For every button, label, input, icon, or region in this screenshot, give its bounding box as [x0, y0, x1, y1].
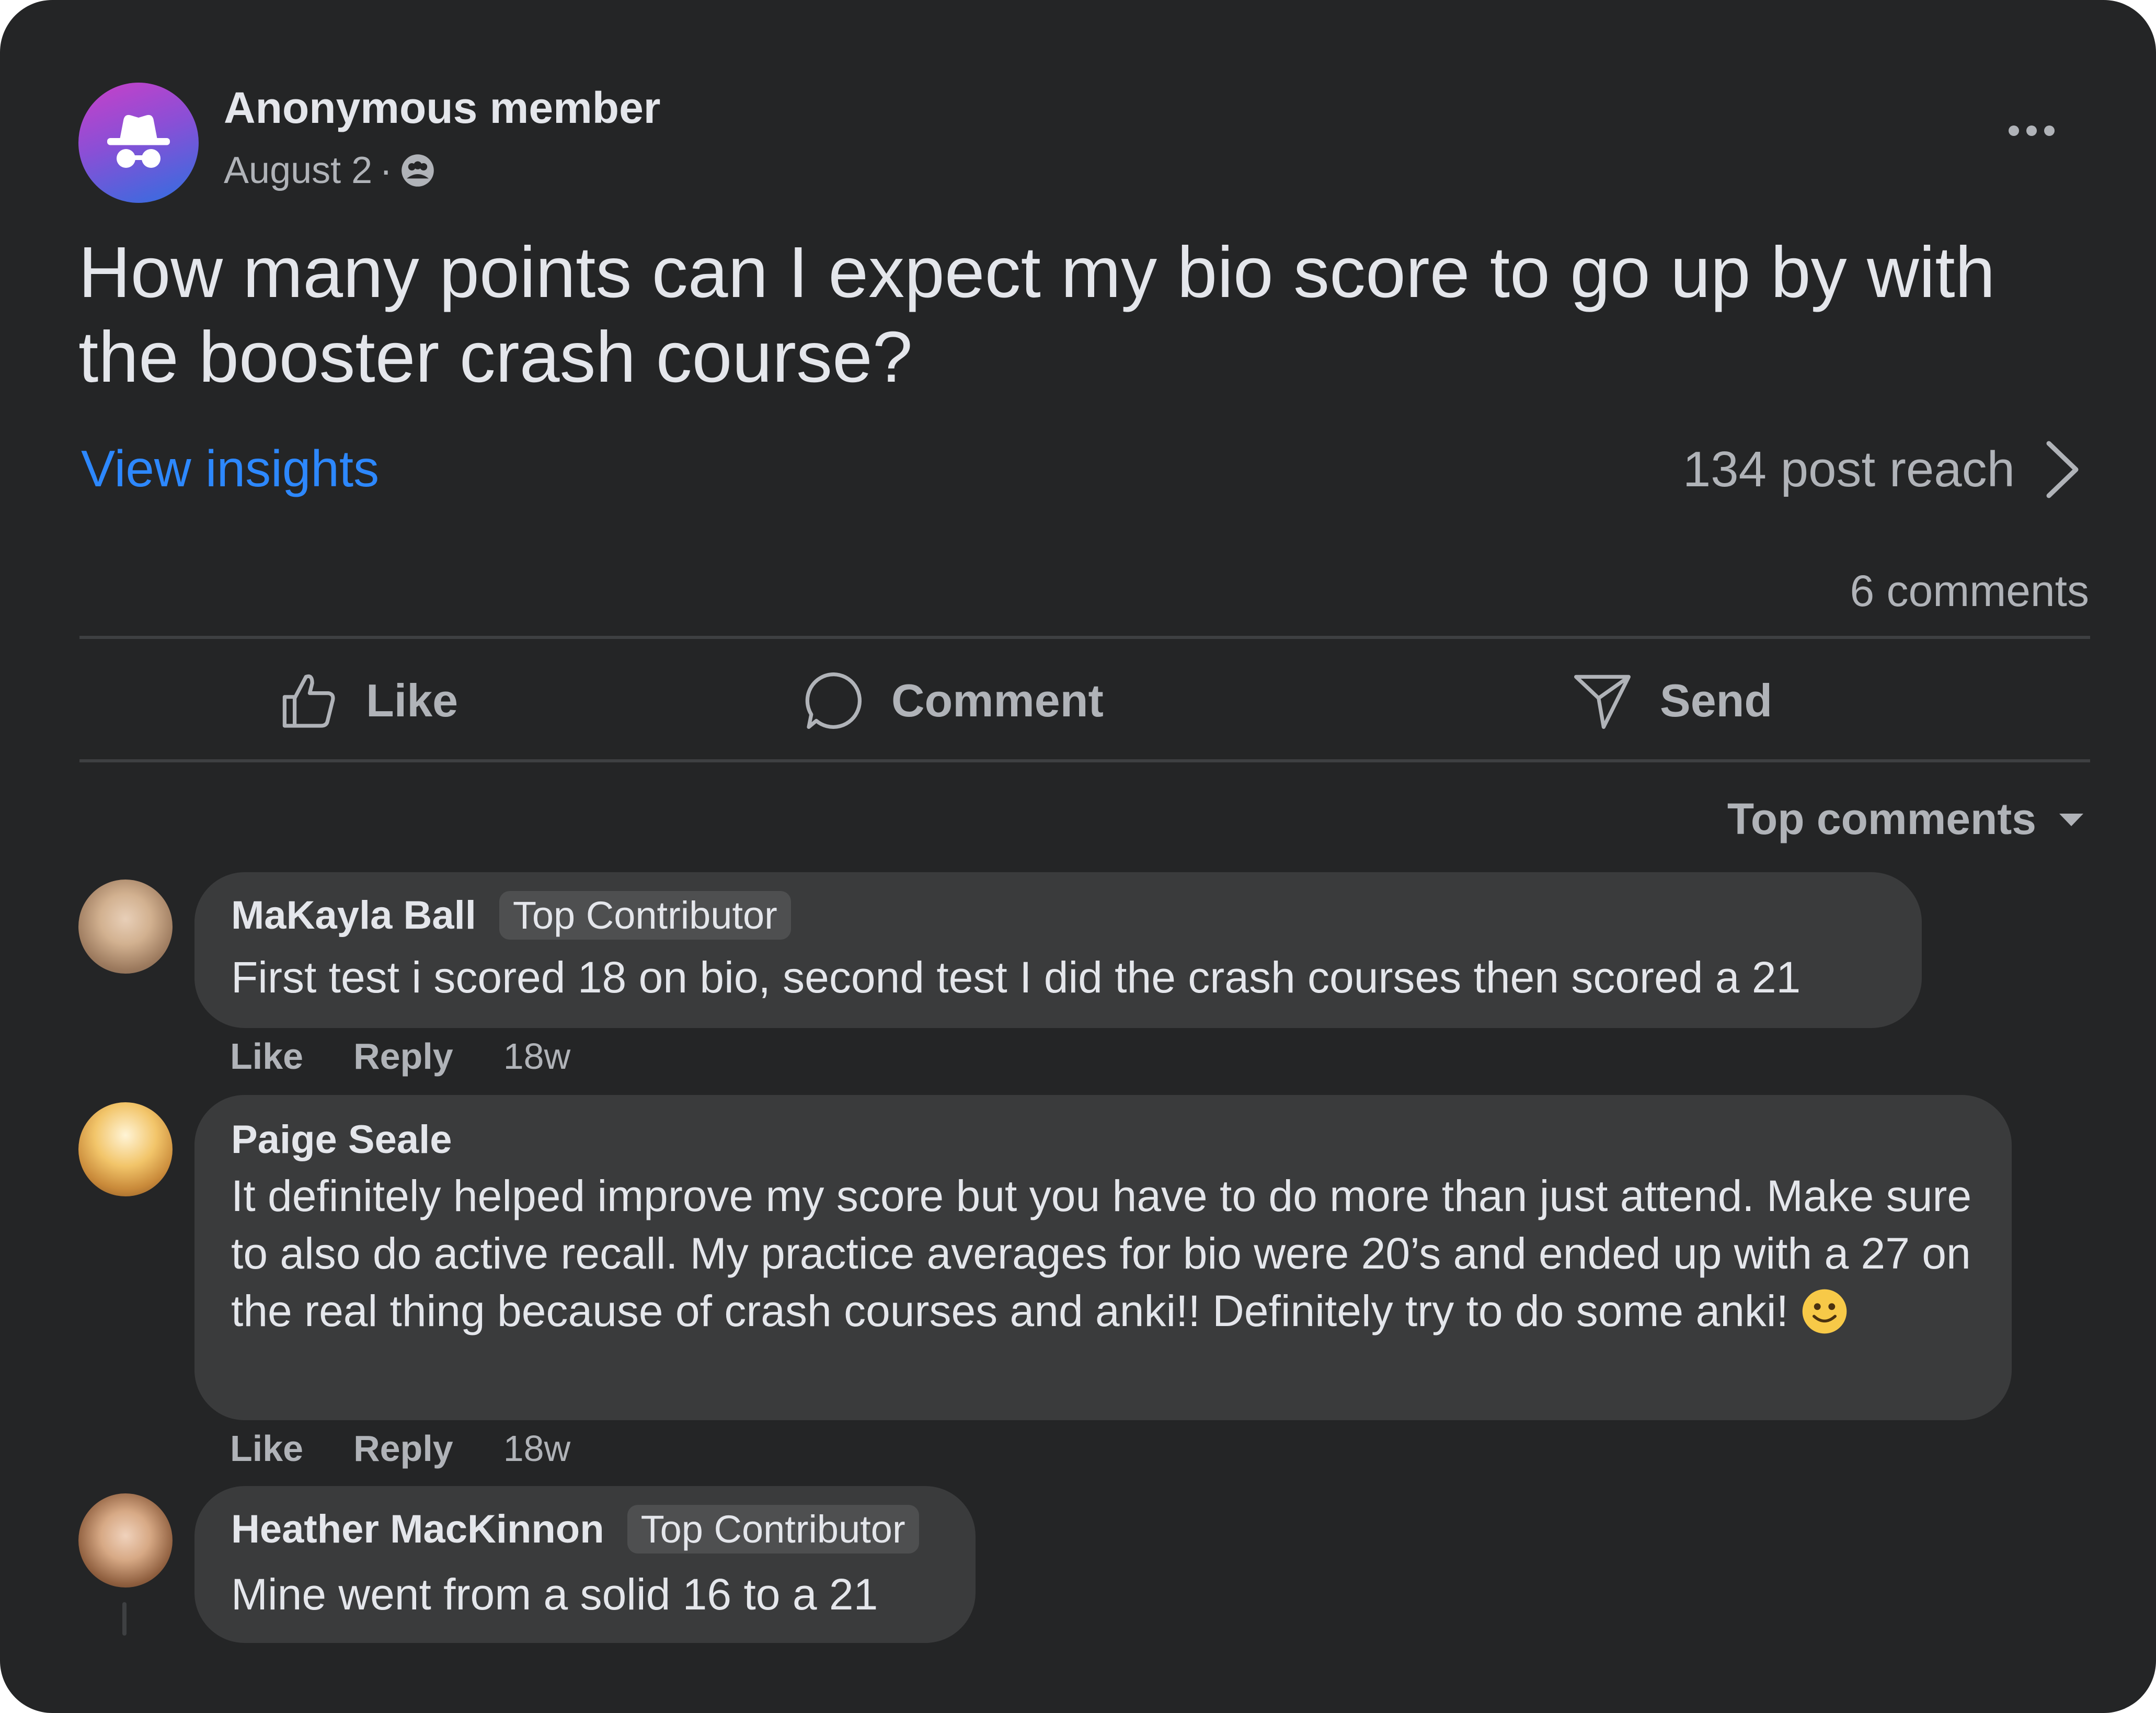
- comment-bubble-icon: [805, 672, 862, 729]
- send-icon: [1574, 675, 1631, 729]
- incognito-icon: [107, 115, 170, 168]
- post-card: Anonymous member August 2 · How many poi…: [0, 0, 2156, 1713]
- comment-time[interactable]: 18w: [503, 1035, 570, 1077]
- thumbs-up-icon: [282, 674, 335, 728]
- thread-line: [122, 1602, 127, 1636]
- commenter-name[interactable]: Paige Seale: [231, 1117, 452, 1162]
- post-author[interactable]: Anonymous member: [224, 83, 661, 133]
- like-label: Like: [366, 675, 458, 726]
- comment-text-block: It definitely helped improve my score bu…: [231, 1167, 1988, 1340]
- chevron-right-icon[interactable]: [2042, 438, 2083, 501]
- comment-count[interactable]: 6 comments: [1850, 566, 2090, 616]
- post-reach[interactable]: 134 post reach: [1683, 441, 2015, 498]
- comment-bubble: MaKayla Ball Top Contributor First test …: [194, 872, 1922, 1028]
- post-date[interactable]: August 2: [224, 149, 372, 192]
- sort-label: Top comments: [1727, 794, 2036, 843]
- comment-text: Mine went from a solid 16 to a 21: [231, 1570, 878, 1619]
- comment-bubble: Paige Seale It definitely helped improve…: [194, 1095, 2012, 1420]
- avatar[interactable]: [78, 1102, 173, 1196]
- comment-text: It definitely helped improve my score bu…: [231, 1171, 1972, 1335]
- meta-separator: ·: [380, 150, 393, 191]
- divider: [79, 636, 2090, 639]
- comment-actions: Like Reply 18w: [230, 1035, 570, 1077]
- comment-reply-button[interactable]: Reply: [353, 1428, 453, 1469]
- avatar[interactable]: [78, 880, 173, 974]
- comment-bubble: Heather MacKinnon Top Contributor Mine w…: [194, 1486, 976, 1643]
- avatar[interactable]: [78, 1493, 173, 1588]
- comment-actions: Like Reply 18w: [230, 1428, 570, 1469]
- view-insights-link[interactable]: View insights: [81, 439, 379, 498]
- comment-label: Comment: [891, 675, 1104, 726]
- anonymous-avatar[interactable]: [78, 83, 199, 203]
- more-options-icon[interactable]: [2009, 125, 2055, 136]
- comment-time[interactable]: 18w: [503, 1428, 570, 1469]
- comment-button[interactable]: Comment: [802, 667, 1104, 735]
- top-contributor-badge: Top Contributor: [627, 1505, 919, 1554]
- smiley-emoji-icon: [1802, 1289, 1847, 1334]
- top-contributor-badge: Top Contributor: [499, 891, 791, 940]
- send-button[interactable]: Send: [1571, 667, 1772, 735]
- send-label: Send: [1660, 675, 1773, 726]
- commenter-name[interactable]: Heather MacKinnon: [231, 1506, 604, 1552]
- divider: [79, 759, 2090, 762]
- post-meta: August 2 ·: [224, 149, 436, 192]
- post-text: How many points can I expect my bio scor…: [78, 232, 1996, 397]
- caret-down-icon: [2059, 813, 2083, 826]
- comment-text: First test i scored 18 on bio, second te…: [231, 953, 1801, 1002]
- commenter-name[interactable]: MaKayla Ball: [231, 893, 476, 938]
- group-icon: [402, 154, 434, 187]
- sort-comments-dropdown[interactable]: Top comments: [1727, 794, 2085, 844]
- comment-reply-button[interactable]: Reply: [353, 1035, 453, 1077]
- like-button[interactable]: Like: [277, 667, 458, 735]
- comment-like-button[interactable]: Like: [230, 1428, 303, 1469]
- comment-like-button[interactable]: Like: [230, 1035, 303, 1077]
